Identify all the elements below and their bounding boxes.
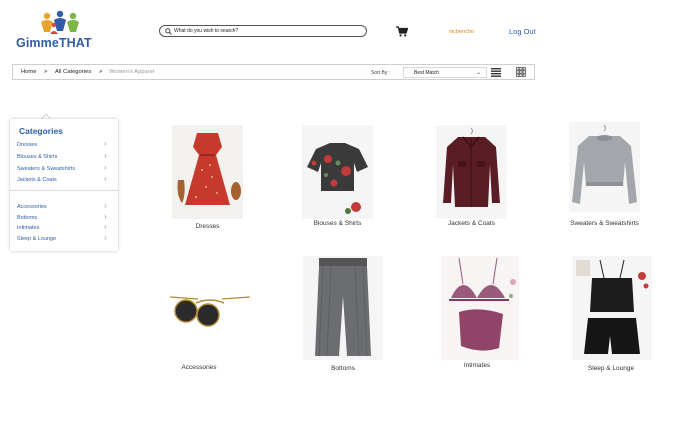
sleepwear-image	[572, 256, 652, 360]
list-view-icon[interactable]	[491, 68, 501, 77]
product-label-sleep-lounge[interactable]: Sleep & Lounge	[580, 365, 642, 372]
sidebar-item-jackets-coats[interactable]: Jackets & Coats	[17, 177, 57, 183]
sort-select[interactable]: Best Match ⌄	[403, 67, 487, 78]
chevron-right-icon: ›	[104, 212, 107, 221]
chevron-right-icon: ›	[104, 233, 107, 242]
breadcrumb-current: Women's Apparel	[109, 69, 155, 75]
product-label-dresses[interactable]: Dresses	[172, 223, 243, 230]
sidebar-item-intimates[interactable]: Intimates	[17, 225, 39, 231]
product-label-accessories[interactable]: Accessories	[168, 364, 230, 371]
categories-sidebar: Categories Dresses › Blouses & Shirts › …	[10, 119, 118, 251]
categories-title: Categories	[19, 126, 63, 136]
product-image-dresses[interactable]	[172, 125, 243, 219]
dress-image	[172, 125, 243, 219]
product-label-jackets-coats[interactable]: Jackets & Coats	[436, 220, 507, 227]
product-image-blouses-shirts[interactable]	[302, 125, 373, 219]
chevron-right-icon: ›	[104, 163, 107, 172]
sidebar-item-accessories[interactable]: Accessories	[17, 204, 47, 210]
sidebar-divider	[10, 190, 118, 191]
sidebar-item-dresses[interactable]: Dresses	[17, 142, 37, 148]
product-image-sweaters[interactable]	[569, 122, 640, 212]
breadcrumb-all-categories[interactable]: All Categories	[55, 69, 91, 75]
breadcrumb-separator: >	[44, 69, 48, 75]
product-image-accessories[interactable]	[168, 283, 252, 333]
logo[interactable]: GimmeTHAT	[16, 10, 106, 54]
sidebar-item-bottoms[interactable]: Bottoms	[17, 215, 37, 221]
product-image-jackets-coats[interactable]	[436, 125, 507, 219]
sidebar-item-sweaters[interactable]: Sweaters & Sweatshirts	[17, 166, 75, 172]
chevron-right-icon: ›	[104, 222, 107, 231]
breadcrumb-separator: >	[99, 69, 103, 75]
pants-image	[303, 256, 383, 360]
sunglasses-image	[168, 283, 252, 333]
logo-text: GimmeTHAT	[16, 36, 92, 50]
sweater-image	[569, 122, 640, 212]
breadcrumb-bar: Home > All Categories > Women's Apparel …	[12, 64, 535, 80]
sort-selected-value: Best Match	[414, 70, 440, 76]
chevron-right-icon: ›	[104, 139, 107, 148]
product-image-intimates[interactable]	[441, 256, 519, 360]
chevron-right-icon: ›	[104, 201, 107, 210]
product-label-sweaters[interactable]: Sweaters & Sweatshirts	[562, 220, 647, 227]
cart-icon[interactable]	[396, 26, 408, 37]
sidebar-item-blouses-shirts[interactable]: Blouses & Shirts	[17, 154, 57, 160]
product-label-blouses-shirts[interactable]: Blouses & Shirts	[302, 220, 373, 227]
product-label-intimates[interactable]: Intimates	[441, 362, 513, 369]
search-bar[interactable]	[159, 25, 367, 37]
logout-link[interactable]: Log Out	[509, 27, 536, 36]
sort-label: Sort By :	[371, 70, 391, 76]
chevron-down-icon: ⌄	[475, 70, 481, 76]
lingerie-image	[441, 256, 519, 360]
search-icon	[165, 27, 172, 35]
chevron-right-icon: ›	[104, 174, 107, 183]
grid-view-icon[interactable]	[516, 67, 526, 77]
jacket-image	[436, 125, 507, 219]
blouse-image	[302, 125, 373, 219]
search-input[interactable]	[172, 28, 354, 34]
product-label-bottoms[interactable]: Bottoms	[303, 365, 383, 372]
product-image-bottoms[interactable]	[303, 256, 383, 360]
product-image-sleep-lounge[interactable]	[572, 256, 652, 360]
sidebar-item-sleep-lounge[interactable]: Sleep & Lounge	[17, 236, 56, 242]
chevron-right-icon: ›	[104, 151, 107, 160]
username[interactable]: nicbencho	[449, 29, 474, 35]
breadcrumb-home[interactable]: Home	[21, 69, 36, 75]
people-logo-icon	[41, 10, 79, 34]
